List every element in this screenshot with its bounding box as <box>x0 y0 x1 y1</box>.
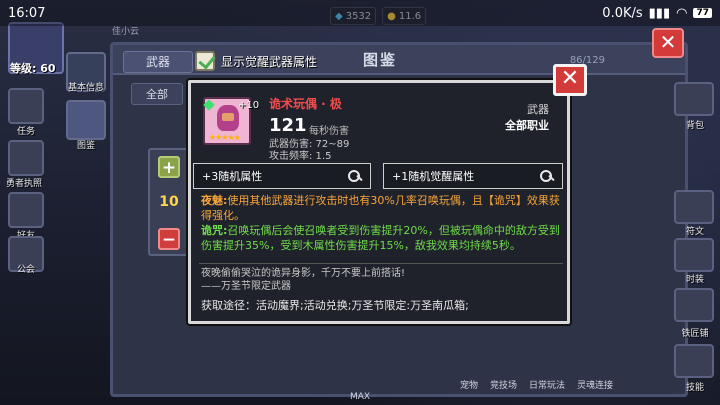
awaken-attribute-box[interactable]: +1随机觉醒属性 <box>383 163 563 189</box>
divider <box>199 263 563 264</box>
random-attribute-box[interactable]: +3随机属性 <box>193 163 371 189</box>
bottom-item-soul-link[interactable]: 灵魂连接 <box>577 378 613 394</box>
filter-all[interactable]: 全部 <box>131 83 183 105</box>
effect-night-charm: 夜魅:使用其他武器进行攻击时也有30%几率召唤玩偶，且【诡咒】效果获得强化。 <box>201 193 561 223</box>
panel-title: 图鉴 <box>363 51 398 69</box>
star-rating: ★★★★★ <box>209 133 241 142</box>
status-bar: 16:07 0.0K/s ▮▮▮ ◠ 77 <box>0 0 720 26</box>
flavor-text: 夜晚偷偷哭泣的诡异身影，千万不要上前搭话! ——万圣节限定武器 <box>201 267 405 293</box>
tab-weapon[interactable]: 武器 <box>123 51 193 73</box>
max-label: MAX <box>350 392 371 402</box>
battery-icon: 77 <box>693 8 712 18</box>
quantity-value: 10 <box>159 194 179 210</box>
license-icon[interactable] <box>8 140 44 176</box>
bottom-item-daily[interactable]: 日常玩法 <box>529 378 565 394</box>
effect-text: 使用其他武器进行攻击时也有30%几率召唤玩偶，且【诡咒】效果获得强化。 <box>201 194 560 222</box>
sidebar-item-task[interactable]: 任务 <box>6 124 46 137</box>
awaken-toggle[interactable]: 显示觉醒武器属性 <box>195 51 317 71</box>
tab-codex[interactable] <box>66 100 106 140</box>
awaken-checkbox[interactable] <box>195 51 215 71</box>
status-time: 16:07 <box>8 5 46 21</box>
wifi-icon: ◠ <box>676 5 688 21</box>
awaken-attribute-label: +1随机觉醒属性 <box>392 170 475 183</box>
effect-tag: 诡咒: <box>201 224 228 237</box>
status-right: 0.0K/s ▮▮▮ ◠ 77 <box>602 6 712 21</box>
sidebar-item-license[interactable]: 勇者执照 <box>4 176 44 189</box>
effect-curse: 诡咒:召唤玩偶后会使召唤者受到伤害提升20%，但被玩偶命中的敌方受到伤害提升35… <box>201 223 561 253</box>
tab-codex-label: 图鉴 <box>76 141 95 151</box>
magic-wand-icon[interactable] <box>346 168 362 184</box>
sidebar-item-guild[interactable]: 公会 <box>6 262 46 275</box>
magic-wand-icon[interactable] <box>538 168 554 184</box>
friends-icon[interactable] <box>8 192 44 228</box>
increment-button[interactable]: + <box>158 156 180 178</box>
effect-description: 夜魅:使用其他武器进行攻击时也有30%几率召唤玩偶，且【诡咒】效果获得强化。 诡… <box>201 193 561 253</box>
tab-basic-info-label: 基本信息 <box>67 83 104 93</box>
decrement-button[interactable]: − <box>158 228 180 250</box>
doll-face <box>222 113 234 121</box>
weapon-detail-dialog: ★★★★★ +10 诡术玩偶 · 极 121 每秒伤害 武器伤害: 72~89 … <box>188 80 570 324</box>
fashion-icon[interactable] <box>674 238 714 272</box>
effect-tag: 夜魅: <box>201 194 228 207</box>
weapon-name: 诡术玩偶 · 极 <box>269 97 342 111</box>
bottom-bar: 宠物 竞技场 日常玩法 灵魂连接 <box>460 378 720 394</box>
flavor-line: 夜晚偷偷哭泣的诡异身影，千万不要上前搭话! <box>201 268 406 279</box>
rune-icon[interactable] <box>674 190 714 224</box>
right-nav-fashion[interactable]: 时装 <box>672 272 718 285</box>
awaken-toggle-label: 显示觉醒武器属性 <box>221 54 318 69</box>
right-nav-rune[interactable]: 符文 <box>672 224 718 237</box>
right-nav-blacksmith[interactable]: 铁匠铺 <box>672 326 718 339</box>
player-level: 等级: 60 <box>10 62 56 75</box>
bottom-item-arena[interactable]: 竞技场 <box>490 378 517 394</box>
skill-icon[interactable] <box>674 344 714 378</box>
signal-icon: ▮▮▮ <box>648 5 671 21</box>
flavor-line: ——万圣节限定武器 <box>201 281 291 292</box>
panel-close-button[interactable]: ✕ <box>652 28 684 58</box>
network-speed: 0.0K/s <box>602 5 643 21</box>
effect-text: 召唤玩偶后会使召唤者受到伤害提升20%，但被玩偶命中的敌方受到伤害提升35%，受… <box>201 224 560 252</box>
weapon-type: 武器 <box>527 103 549 116</box>
random-attribute-label: +3随机属性 <box>202 170 263 183</box>
task-icon[interactable] <box>8 88 44 124</box>
bottom-item-pet[interactable]: 宠物 <box>460 378 478 394</box>
weapon-dps: 121 <box>269 115 307 136</box>
blacksmith-icon[interactable] <box>674 288 714 322</box>
right-nav-backpack[interactable]: 背包 <box>672 118 718 131</box>
obtain-source: 获取途径：活动魔界;活动兑换;万圣节限定:万圣南瓜箱; <box>201 299 469 312</box>
weapon-class: 全部职业 <box>505 119 549 132</box>
backpack-icon[interactable] <box>674 82 714 116</box>
weapon-attack-rate: 攻击频率: 1.5 <box>269 151 332 162</box>
enhance-level: +10 <box>238 100 260 111</box>
dialog-close-button[interactable]: ✕ <box>553 64 587 96</box>
quantity-stepper: + 10 − <box>148 148 190 256</box>
